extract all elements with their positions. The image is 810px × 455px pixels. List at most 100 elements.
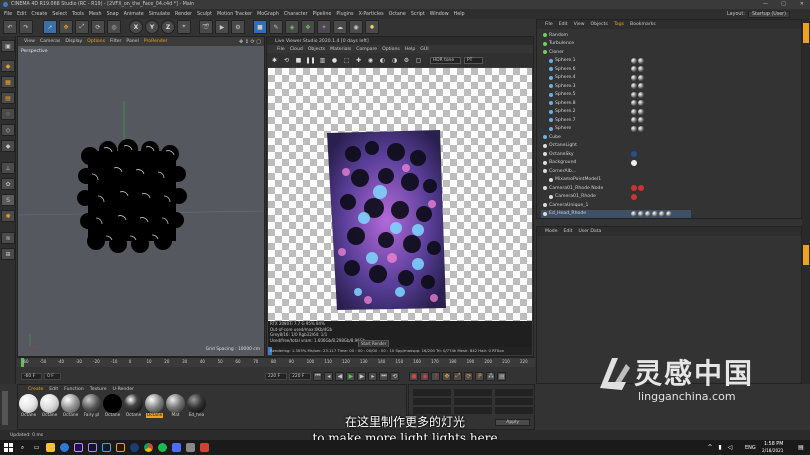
viewport-scene[interactable] <box>18 46 264 356</box>
tree-item[interactable]: Camera01_Rhode Node <box>541 184 691 193</box>
lv-menu-cloud[interactable]: Cloud <box>290 47 303 52</box>
app-icon-d[interactable] <box>200 443 209 452</box>
snap-icon[interactable]: S <box>1 194 15 206</box>
spotify-icon[interactable] <box>158 443 167 452</box>
polygons-mode-icon[interactable]: ◆ <box>1 140 15 152</box>
timeline-window-icon[interactable]: ▤ <box>497 371 507 381</box>
coord-field[interactable] <box>495 398 533 405</box>
key-rotation-icon[interactable]: ⟳ <box>464 371 474 381</box>
am-menu-user-data[interactable]: User Data <box>578 229 601 234</box>
om-menu-tags[interactable]: Tags <box>614 22 624 27</box>
viewport-menu-panel[interactable]: Panel <box>126 39 138 44</box>
illustrator-icon[interactable] <box>116 443 125 452</box>
undo-icon[interactable]: ↶ <box>3 20 17 34</box>
menu-create[interactable]: Create <box>31 12 47 17</box>
go-to-start-icon[interactable]: ⏮ <box>313 371 323 381</box>
volume-icon[interactable]: ◁ <box>726 444 734 452</box>
current-frame-field[interactable]: 0 F <box>44 372 61 380</box>
tab-attributes[interactable] <box>803 245 809 265</box>
lv-pick-icon[interactable]: ✚ <box>354 56 363 65</box>
close-button[interactable]: ✕ <box>800 1 804 8</box>
om-menu-objects[interactable]: Objects <box>591 22 608 27</box>
tree-item[interactable]: Sphere.8 <box>541 99 691 108</box>
mm-menu-create[interactable]: Create <box>28 387 43 392</box>
tree-item[interactable]: CameraUnique_1 <box>541 201 691 210</box>
tree-item[interactable]: Sphere.2 <box>541 108 691 117</box>
coordinate-system-icon[interactable]: ⌖ <box>177 20 191 34</box>
menu-file[interactable]: File <box>4 12 12 17</box>
network-icon[interactable]: ▮ <box>716 444 724 452</box>
menu-character[interactable]: Character <box>284 12 308 17</box>
tree-item[interactable]: Sphere.3 <box>541 82 691 91</box>
live-select-icon[interactable]: ◎ <box>107 20 121 34</box>
tweak-icon[interactable]: ✿ <box>1 178 15 190</box>
tree-item[interactable]: Sphere.7 <box>541 116 691 125</box>
task-view-icon[interactable]: ▭ <box>32 443 41 452</box>
lv-focus-icon[interactable]: ◉ <box>366 56 375 65</box>
lock-workplane-icon[interactable]: ≋ <box>1 232 15 244</box>
maximize-button[interactable]: □ <box>781 1 786 8</box>
play-icon[interactable]: ▶ <box>346 371 356 381</box>
points-mode-icon[interactable]: ⁘ <box>1 108 15 120</box>
layout-select[interactable]: Startup (User) <box>748 10 791 18</box>
app-icon-c[interactable] <box>186 443 195 452</box>
redo-icon[interactable]: ↷ <box>19 20 33 34</box>
chrome-icon[interactable] <box>144 443 153 452</box>
render-settings-icon[interactable]: ⚙ <box>231 20 245 34</box>
premiere-icon[interactable] <box>74 443 83 452</box>
deformer-icon[interactable]: ✦ <box>317 20 331 34</box>
end-frame-field[interactable]: 220 F <box>264 372 288 380</box>
menu-script[interactable]: Script <box>411 12 425 17</box>
clock-time[interactable]: 1:58 PM <box>764 442 783 447</box>
render-to-picture-viewer-icon[interactable]: ▶ <box>215 20 229 34</box>
lv-region-icon[interactable]: ⬚ <box>342 56 351 65</box>
go-to-end-icon[interactable]: ⏭ <box>379 371 389 381</box>
viewport-menu-filter[interactable]: Filter <box>110 39 121 44</box>
viewport-menu-display[interactable]: Display <box>65 39 82 44</box>
file-explorer-icon[interactable] <box>46 443 55 452</box>
lv-clay-icon[interactable]: ● <box>330 56 339 65</box>
texture-mode-icon[interactable]: ▦ <box>1 76 15 88</box>
menu-select[interactable]: Select <box>52 12 67 17</box>
menu-motion-tracker[interactable]: Motion Tracker <box>217 12 252 17</box>
keyframe-selection-icon[interactable]: ? <box>431 371 441 381</box>
axis-y-icon[interactable]: Y <box>145 20 159 34</box>
tree-item[interactable]: Random <box>541 31 691 40</box>
coord-field[interactable] <box>413 398 451 405</box>
select-arrow-icon[interactable]: ➚ <box>43 20 57 34</box>
notifications-icon[interactable]: ▤ <box>797 444 805 452</box>
lv-channel-icon[interactable]: ◑ <box>390 56 399 65</box>
minimize-button[interactable]: — <box>763 1 768 8</box>
workplane-icon[interactable]: ▤ <box>1 92 15 104</box>
search-icon[interactable]: ⌕ <box>18 443 27 452</box>
record-keys-icon[interactable]: ● <box>409 371 419 381</box>
lv-pause-icon[interactable]: ❚❚ <box>305 56 315 65</box>
enable-axis-icon[interactable]: ⊥ <box>1 162 15 174</box>
lv-save-icon[interactable]: ▢ <box>414 56 423 65</box>
previous-frame-icon[interactable]: ◀ <box>335 371 345 381</box>
om-menu-bookmarks[interactable]: Bookmarks <box>630 22 656 27</box>
camera-icon[interactable]: ◉ <box>349 20 363 34</box>
tree-item[interactable]: Sphere <box>541 125 691 134</box>
menu-animate[interactable]: Animate <box>124 12 144 17</box>
next-key-icon[interactable]: ▸ <box>368 371 378 381</box>
mm-menu-edit[interactable]: Edit <box>49 387 58 392</box>
after-effects-icon[interactable] <box>88 443 97 452</box>
menu-mesh[interactable]: Mesh <box>89 12 102 17</box>
menu-mograph[interactable]: MoGraph <box>257 12 279 17</box>
viewport-menu-view[interactable]: View <box>24 39 35 44</box>
viewport-menu-options[interactable]: Options <box>87 39 105 44</box>
previous-key-icon[interactable]: ◂ <box>324 371 334 381</box>
lv-send-scene-icon[interactable]: ✱ <box>270 56 279 65</box>
browser-icon[interactable] <box>60 443 69 452</box>
lv-menu-file[interactable]: File <box>277 47 285 52</box>
tree-item[interactable]: Sphere.6 <box>541 65 691 74</box>
tree-item[interactable]: Sphere.1 <box>541 57 691 66</box>
key-parameter-icon[interactable]: P <box>475 371 485 381</box>
scale-icon[interactable]: ⤢ <box>75 20 89 34</box>
next-frame-icon[interactable]: ▶ <box>357 371 367 381</box>
coord-field[interactable] <box>454 398 492 405</box>
tree-item[interactable]: CornerAlb... <box>541 167 691 176</box>
am-menu-edit[interactable]: Edit <box>564 229 573 234</box>
menu-sculpt[interactable]: Sculpt <box>197 12 212 17</box>
